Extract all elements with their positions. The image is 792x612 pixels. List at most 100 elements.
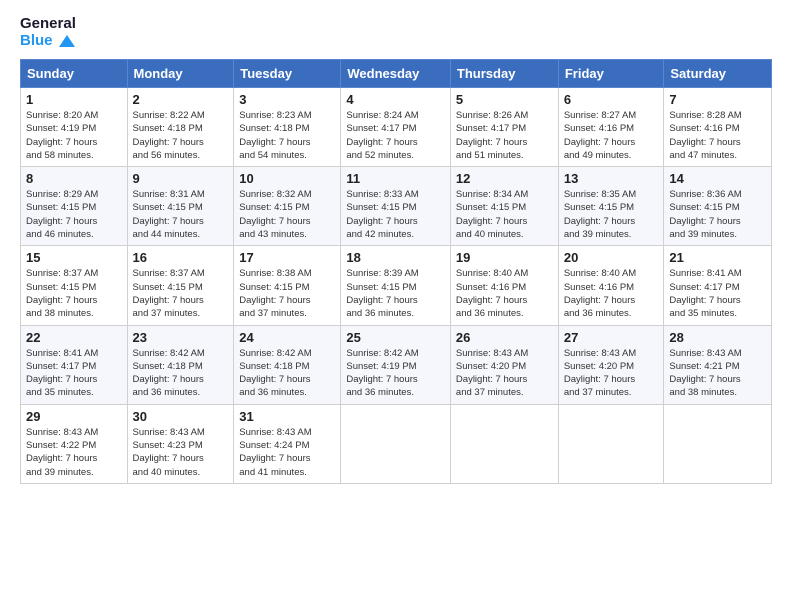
day-number: 6	[564, 92, 659, 107]
calendar-cell: 18 Sunrise: 8:39 AM Sunset: 4:15 PM Dayli…	[341, 246, 451, 325]
calendar-cell: 15 Sunrise: 8:37 AM Sunset: 4:15 PM Dayli…	[21, 246, 128, 325]
day-number: 19	[456, 250, 553, 265]
calendar-cell	[341, 404, 451, 483]
col-header-friday: Friday	[558, 60, 664, 88]
day-number: 28	[669, 330, 766, 345]
calendar-cell: 2Sunrise: 8:22 AM Sunset: 4:18 PM Daylig…	[127, 88, 234, 167]
day-number: 16	[133, 250, 229, 265]
week-row-1: 1Sunrise: 8:20 AM Sunset: 4:19 PM Daylig…	[21, 88, 772, 167]
day-info: Sunrise: 8:36 AM Sunset: 4:15 PM Dayligh…	[669, 188, 766, 241]
day-number: 11	[346, 171, 445, 186]
day-info: Sunrise: 8:40 AM Sunset: 4:16 PM Dayligh…	[456, 267, 553, 320]
calendar-cell: 5Sunrise: 8:26 AM Sunset: 4:17 PM Daylig…	[450, 88, 558, 167]
col-header-tuesday: Tuesday	[234, 60, 341, 88]
day-info: Sunrise: 8:43 AM Sunset: 4:21 PM Dayligh…	[669, 347, 766, 400]
day-number: 5	[456, 92, 553, 107]
calendar-cell: 25Sunrise: 8:42 AM Sunset: 4:19 PM Dayli…	[341, 325, 451, 404]
day-number: 23	[133, 330, 229, 345]
col-header-thursday: Thursday	[450, 60, 558, 88]
col-header-monday: Monday	[127, 60, 234, 88]
calendar-cell: 23 Sunrise: 8:42 AM Sunset: 4:18 PM Dayli…	[127, 325, 234, 404]
page: General Blue SundayMondayTuesdayWednesda…	[0, 0, 792, 612]
day-number: 17	[239, 250, 335, 265]
day-info: Sunrise: 8:31 AM Sunset: 4:15 PM Dayligh…	[133, 188, 229, 241]
calendar-cell: 26 Sunrise: 8:43 AM Sunset: 4:20 PM Dayli…	[450, 325, 558, 404]
calendar-cell: 8Sunrise: 8:29 AM Sunset: 4:15 PM Daylig…	[21, 167, 128, 246]
day-info: Sunrise: 8:41 AM Sunset: 4:17 PM Dayligh…	[669, 267, 766, 320]
header: General Blue	[20, 16, 772, 49]
day-number: 9	[133, 171, 229, 186]
day-number: 18	[346, 250, 445, 265]
day-info: Sunrise: 8:22 AM Sunset: 4:18 PM Dayligh…	[133, 109, 229, 162]
day-info: Sunrise: 8:43 AM Sunset: 4:22 PM Dayligh…	[26, 426, 122, 479]
day-info: Sunrise: 8:24 AM Sunset: 4:17 PM Dayligh…	[346, 109, 445, 162]
day-number: 13	[564, 171, 659, 186]
calendar-cell	[664, 404, 772, 483]
calendar-cell	[558, 404, 664, 483]
day-number: 26	[456, 330, 553, 345]
day-number: 29	[26, 409, 122, 424]
day-number: 14	[669, 171, 766, 186]
day-number: 24	[239, 330, 335, 345]
day-number: 31	[239, 409, 335, 424]
day-number: 8	[26, 171, 122, 186]
day-info: Sunrise: 8:43 AM Sunset: 4:20 PM Dayligh…	[564, 347, 659, 400]
col-header-sunday: Sunday	[21, 60, 128, 88]
day-info: Sunrise: 8:37 AM Sunset: 4:15 PM Dayligh…	[26, 267, 122, 320]
day-info: Sunrise: 8:27 AM Sunset: 4:16 PM Dayligh…	[564, 109, 659, 162]
day-number: 20	[564, 250, 659, 265]
calendar-cell: 1Sunrise: 8:20 AM Sunset: 4:19 PM Daylig…	[21, 88, 128, 167]
calendar-cell: 12 Sunrise: 8:34 AM Sunset: 4:15 PM Dayli…	[450, 167, 558, 246]
day-number: 15	[26, 250, 122, 265]
calendar-cell: 7 Sunrise: 8:28 AM Sunset: 4:16 PM Daylig…	[664, 88, 772, 167]
day-info: Sunrise: 8:38 AM Sunset: 4:15 PM Dayligh…	[239, 267, 335, 320]
day-number: 3	[239, 92, 335, 107]
week-row-3: 15 Sunrise: 8:37 AM Sunset: 4:15 PM Dayli…	[21, 246, 772, 325]
calendar-cell: 11 Sunrise: 8:33 AM Sunset: 4:15 PM Dayli…	[341, 167, 451, 246]
col-header-saturday: Saturday	[664, 60, 772, 88]
week-row-5: 29 Sunrise: 8:43 AM Sunset: 4:22 PM Dayli…	[21, 404, 772, 483]
calendar: SundayMondayTuesdayWednesdayThursdayFrid…	[20, 59, 772, 484]
day-info: Sunrise: 8:28 AM Sunset: 4:16 PM Dayligh…	[669, 109, 766, 162]
calendar-cell: 30 Sunrise: 8:43 AM Sunset: 4:23 PM Dayli…	[127, 404, 234, 483]
day-info: Sunrise: 8:43 AM Sunset: 4:20 PM Dayligh…	[456, 347, 553, 400]
day-info: Sunrise: 8:42 AM Sunset: 4:18 PM Dayligh…	[133, 347, 229, 400]
day-number: 7	[669, 92, 766, 107]
calendar-cell: 14 Sunrise: 8:36 AM Sunset: 4:15 PM Dayli…	[664, 167, 772, 246]
calendar-cell: 9 Sunrise: 8:31 AM Sunset: 4:15 PM Daylig…	[127, 167, 234, 246]
day-info: Sunrise: 8:37 AM Sunset: 4:15 PM Dayligh…	[133, 267, 229, 320]
calendar-cell: 29 Sunrise: 8:43 AM Sunset: 4:22 PM Dayli…	[21, 404, 128, 483]
calendar-cell: 21Sunrise: 8:41 AM Sunset: 4:17 PM Dayli…	[664, 246, 772, 325]
day-info: Sunrise: 8:41 AM Sunset: 4:17 PM Dayligh…	[26, 347, 122, 400]
day-info: Sunrise: 8:40 AM Sunset: 4:16 PM Dayligh…	[564, 267, 659, 320]
day-info: Sunrise: 8:43 AM Sunset: 4:24 PM Dayligh…	[239, 426, 335, 479]
day-info: Sunrise: 8:39 AM Sunset: 4:15 PM Dayligh…	[346, 267, 445, 320]
day-number: 4	[346, 92, 445, 107]
calendar-cell: 22Sunrise: 8:41 AM Sunset: 4:17 PM Dayli…	[21, 325, 128, 404]
day-info: Sunrise: 8:32 AM Sunset: 4:15 PM Dayligh…	[239, 188, 335, 241]
calendar-cell: 19 Sunrise: 8:40 AM Sunset: 4:16 PM Dayli…	[450, 246, 558, 325]
day-info: Sunrise: 8:42 AM Sunset: 4:19 PM Dayligh…	[346, 347, 445, 400]
calendar-cell: 17 Sunrise: 8:38 AM Sunset: 4:15 PM Dayli…	[234, 246, 341, 325]
col-header-wednesday: Wednesday	[341, 60, 451, 88]
day-info: Sunrise: 8:23 AM Sunset: 4:18 PM Dayligh…	[239, 109, 335, 162]
day-info: Sunrise: 8:43 AM Sunset: 4:23 PM Dayligh…	[133, 426, 229, 479]
day-number: 30	[133, 409, 229, 424]
day-info: Sunrise: 8:42 AM Sunset: 4:18 PM Dayligh…	[239, 347, 335, 400]
calendar-cell: 31 Sunrise: 8:43 AM Sunset: 4:24 PM Dayli…	[234, 404, 341, 483]
day-info: Sunrise: 8:35 AM Sunset: 4:15 PM Dayligh…	[564, 188, 659, 241]
day-number: 10	[239, 171, 335, 186]
calendar-cell: 20 Sunrise: 8:40 AM Sunset: 4:16 PM Dayli…	[558, 246, 664, 325]
calendar-cell: 4 Sunrise: 8:24 AM Sunset: 4:17 PM Daylig…	[341, 88, 451, 167]
day-info: Sunrise: 8:33 AM Sunset: 4:15 PM Dayligh…	[346, 188, 445, 241]
logo: General Blue	[20, 16, 76, 49]
calendar-cell: 6 Sunrise: 8:27 AM Sunset: 4:16 PM Daylig…	[558, 88, 664, 167]
day-number: 12	[456, 171, 553, 186]
calendar-cell: 24 Sunrise: 8:42 AM Sunset: 4:18 PM Dayli…	[234, 325, 341, 404]
calendar-cell: 3 Sunrise: 8:23 AM Sunset: 4:18 PM Daylig…	[234, 88, 341, 167]
day-info: Sunrise: 8:34 AM Sunset: 4:15 PM Dayligh…	[456, 188, 553, 241]
week-row-2: 8Sunrise: 8:29 AM Sunset: 4:15 PM Daylig…	[21, 167, 772, 246]
calendar-cell: 27Sunrise: 8:43 AM Sunset: 4:20 PM Dayli…	[558, 325, 664, 404]
calendar-cell: 16 Sunrise: 8:37 AM Sunset: 4:15 PM Dayli…	[127, 246, 234, 325]
week-row-4: 22Sunrise: 8:41 AM Sunset: 4:17 PM Dayli…	[21, 325, 772, 404]
